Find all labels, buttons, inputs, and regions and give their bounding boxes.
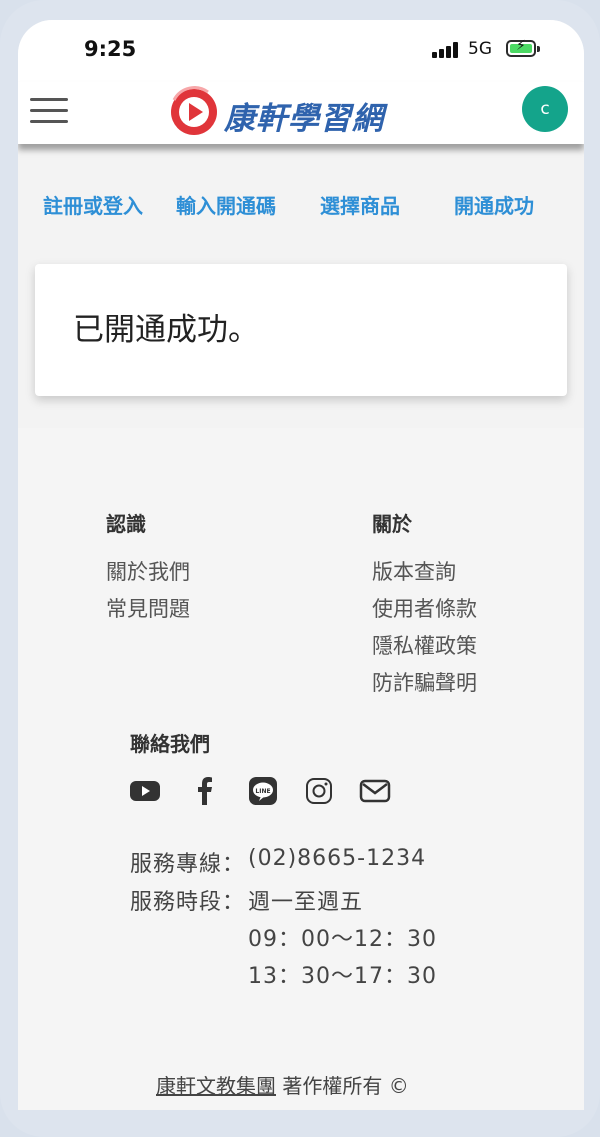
line-icon[interactable]: LINE [246, 774, 280, 808]
footer-link-faq[interactable]: 常見問題 [106, 593, 190, 623]
network-type: 5G [468, 39, 492, 59]
play-logo-icon [171, 86, 217, 135]
phone-frame: 9:25 5G ⚡ 康軒學習網 c 註冊或登入 輸入開通碼 選擇商品 開通成功 … [0, 0, 600, 1137]
status-bar: 9:25 5G ⚡ [18, 20, 584, 82]
hotline-value[interactable]: (02)8665-1234 [248, 846, 426, 871]
battery-icon: ⚡ [506, 39, 540, 57]
step-activation-success[interactable]: 開通成功 [454, 190, 534, 219]
hours-morning: 09：00～12：30 [248, 927, 437, 952]
step-enter-code[interactable]: 輸入開通碼 [176, 190, 276, 219]
logo[interactable]: 康軒學習網 [168, 86, 428, 138]
menu-icon[interactable] [30, 94, 70, 128]
facebook-icon[interactable] [188, 774, 222, 808]
step-register-login[interactable]: 註冊或登入 [43, 190, 143, 219]
footer: 認識 關於我們 常見問題 關於 版本查詢 使用者條款 隱私權政策 防詐騙聲明 聯… [18, 428, 584, 1110]
instagram-icon[interactable] [302, 774, 336, 808]
status-time: 9:25 [84, 37, 137, 61]
footer-link-version[interactable]: 版本查詢 [372, 556, 456, 586]
contact-title: 聯絡我們 [130, 732, 210, 756]
footer-link-terms[interactable]: 使用者條款 [372, 593, 477, 623]
hours-afternoon: 13：30～17：30 [248, 964, 437, 989]
app-header: 康軒學習網 c [18, 82, 584, 144]
footer-col2-title: 關於 [372, 512, 412, 536]
svg-text:LINE: LINE [255, 788, 270, 795]
footer-link-privacy[interactable]: 隱私權政策 [372, 630, 477, 660]
screen: 9:25 5G ⚡ 康軒學習網 c 註冊或登入 輸入開通碼 選擇商品 開通成功 … [18, 20, 584, 1110]
mail-icon[interactable] [358, 774, 392, 808]
progress-steps: 註冊或登入 輸入開通碼 選擇商品 開通成功 [18, 190, 584, 220]
footer-link-anti-fraud[interactable]: 防詐騙聲明 [372, 667, 477, 697]
hotline-label: 服務專線： [130, 852, 246, 877]
youtube-icon[interactable] [128, 774, 162, 808]
hours-days: 週一至週五 [248, 890, 364, 915]
hours-label: 服務時段： [130, 890, 246, 915]
step-select-product[interactable]: 選擇商品 [320, 190, 400, 219]
signal-icon [432, 42, 460, 58]
success-card: 已開通成功。 [35, 264, 567, 396]
avatar[interactable]: c [522, 86, 568, 132]
success-message: 已開通成功。 [73, 312, 259, 348]
footer-link-about-us[interactable]: 關於我們 [106, 556, 190, 586]
copyright-link[interactable]: 康軒文教集團 [156, 1074, 276, 1098]
copyright-text: 著作權所有 © [276, 1074, 409, 1098]
copyright: 康軒文教集團 著作權所有 © [156, 1070, 409, 1099]
logo-text: 康軒學習網 [224, 101, 384, 137]
footer-col1-title: 認識 [106, 512, 146, 536]
